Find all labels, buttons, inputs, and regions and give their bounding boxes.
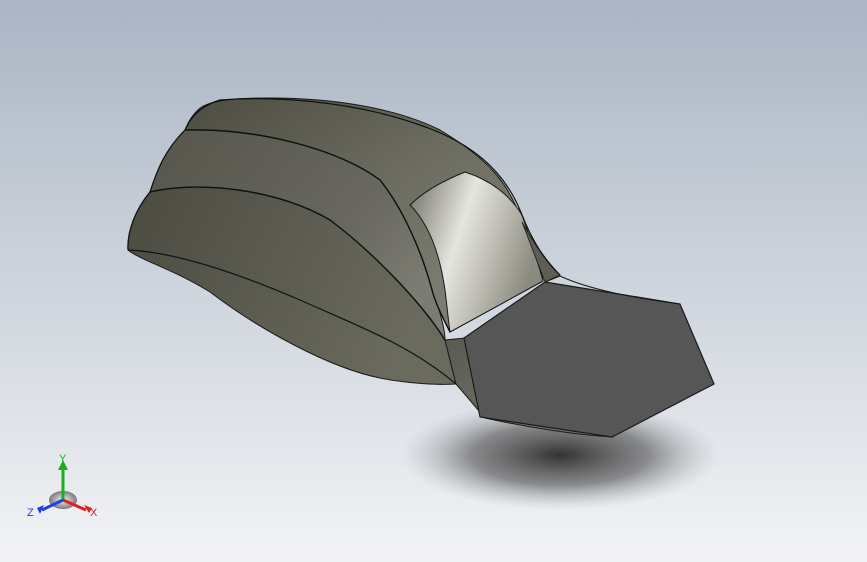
scene-canvas[interactable]: Y X Z (0, 0, 867, 562)
z-axis-label: Z (27, 507, 34, 519)
graphics-viewport[interactable]: Y X Z (0, 0, 867, 562)
x-axis-label: X (90, 507, 98, 519)
y-axis-label: Y (59, 453, 67, 465)
